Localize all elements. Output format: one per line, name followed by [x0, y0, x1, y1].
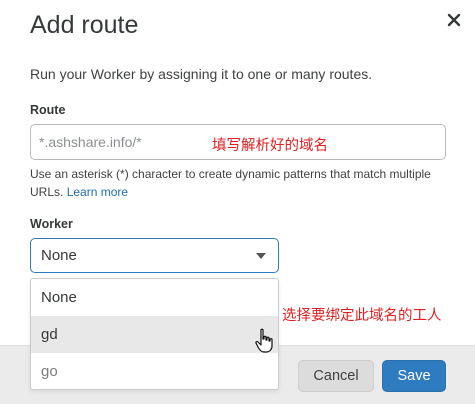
cancel-button[interactable]: Cancel	[298, 360, 374, 392]
worker-option-go[interactable]: go	[31, 353, 278, 389]
worker-label: Worker	[30, 217, 73, 231]
worker-dropdown-menu: None gd go	[30, 278, 279, 390]
route-label: Route	[30, 103, 66, 117]
save-button[interactable]: Save	[382, 360, 446, 392]
worker-select-value: None	[41, 247, 77, 264]
worker-option-none[interactable]: None	[31, 279, 278, 316]
route-help-text: Use an asterisk (*) character to create …	[30, 165, 440, 201]
modal-title: Add route	[30, 11, 139, 39]
worker-annotation: 选择要绑定此域名的工人	[282, 308, 442, 324]
learn-more-link[interactable]: Learn more	[67, 185, 128, 199]
chevron-down-icon	[256, 252, 266, 259]
route-annotation: 填写解析好的域名	[212, 138, 328, 154]
hand-pointer-icon	[254, 328, 276, 354]
worker-select[interactable]: None	[30, 238, 279, 273]
worker-option-gd[interactable]: gd	[31, 316, 278, 353]
modal-description: Run your Worker by assigning it to one o…	[30, 66, 373, 82]
add-route-modal: Add route Run your Worker by assigning i…	[0, 0, 475, 404]
close-icon[interactable]	[444, 10, 464, 30]
